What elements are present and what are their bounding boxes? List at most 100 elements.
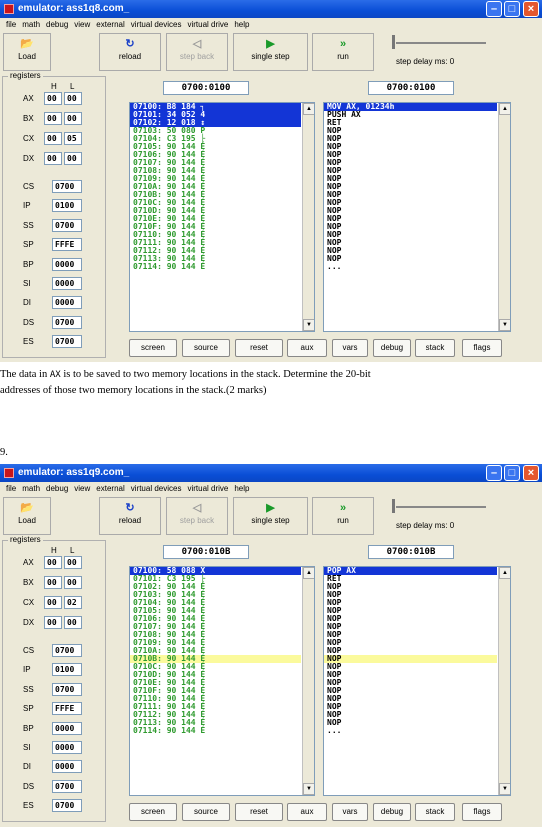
register-ip[interactable]: 0100	[52, 663, 82, 677]
disasm-address-input[interactable]: 0700:010B	[368, 545, 454, 559]
register-cx-high[interactable]: 00	[44, 596, 62, 609]
register-si[interactable]: 0000	[52, 741, 82, 754]
menu-external[interactable]: external	[96, 484, 124, 493]
register-es[interactable]: 0700	[52, 335, 82, 349]
register-dx-high[interactable]: 00	[44, 616, 62, 629]
disassembly-row[interactable]: NOP	[324, 583, 497, 591]
run-button[interactable]: » run	[312, 33, 374, 71]
memory-scrollbar[interactable]: ▲ ▼	[302, 567, 314, 795]
scroll-up-icon[interactable]: ▲	[499, 103, 510, 115]
disassembly-row[interactable]: NOP	[324, 255, 497, 263]
disassembly-row[interactable]: NOP	[324, 159, 497, 167]
reload-button[interactable]: ↻ reload	[99, 497, 161, 535]
register-bx-high[interactable]: 00	[44, 112, 62, 125]
disassembly-row[interactable]: NOP	[324, 615, 497, 623]
disassembly-row[interactable]: NOP	[324, 183, 497, 191]
scroll-down-icon[interactable]: ▼	[303, 319, 314, 331]
step-back-button[interactable]: ◁ step back	[166, 497, 228, 535]
disassembly-row[interactable]: NOP	[324, 231, 497, 239]
menu-external[interactable]: external	[96, 20, 124, 29]
scroll-down-icon[interactable]: ▼	[303, 783, 314, 795]
register-ss[interactable]: 0700	[52, 682, 82, 696]
debug-button[interactable]: debug	[373, 339, 411, 357]
disassembly-row[interactable]: NOP	[324, 199, 497, 207]
register-ss[interactable]: 0700	[52, 218, 82, 232]
register-sp[interactable]: FFFE	[52, 238, 82, 252]
menu-view[interactable]: view	[74, 20, 90, 29]
screen-button[interactable]: screen	[129, 339, 177, 357]
scroll-down-icon[interactable]: ▼	[499, 783, 510, 795]
load-button[interactable]: 📂 Load	[3, 33, 51, 71]
disassembly-list[interactable]: ▲ ▼ POP AX RET NOP NOP NOP NOP NOP NOP NOP NOP NOP NO…	[323, 566, 511, 796]
debug-button[interactable]: debug	[373, 803, 411, 821]
register-cx-high[interactable]: 00	[44, 132, 62, 145]
register-bx-low[interactable]: 00	[64, 112, 82, 125]
disassembly-row[interactable]: NOP	[324, 599, 497, 607]
memory-address-input[interactable]: 0700:010B	[163, 545, 249, 559]
vars-button[interactable]: vars	[332, 339, 368, 357]
disassembly-row[interactable]: NOP	[324, 695, 497, 703]
disassembly-row[interactable]: RET	[324, 119, 497, 127]
source-button[interactable]: source	[182, 339, 230, 357]
register-ax-low[interactable]: 00	[64, 556, 82, 569]
load-button[interactable]: 📂 Load	[3, 497, 51, 535]
register-ds[interactable]: 0700	[52, 779, 82, 793]
disassembly-row[interactable]: NOP	[324, 167, 497, 175]
single-step-button[interactable]: ▶ single step	[233, 33, 308, 71]
single-step-button[interactable]: ▶ single step	[233, 497, 308, 535]
register-bp[interactable]: 0000	[52, 257, 82, 271]
aux-button[interactable]: aux	[287, 339, 327, 357]
disassembly-row[interactable]: NOP	[324, 191, 497, 199]
disassembly-row[interactable]: NOP	[324, 703, 497, 711]
disassembly-row[interactable]: PUSH AX	[324, 111, 497, 119]
vars-button[interactable]: vars	[332, 803, 368, 821]
disassembly-row[interactable]: NOP	[324, 207, 497, 215]
disassembly-row[interactable]: NOP	[324, 143, 497, 151]
maximize-button[interactable]: □	[504, 465, 520, 481]
register-di[interactable]: 0000	[52, 760, 82, 774]
step-delay-slider[interactable]: step delay ms: 0	[388, 33, 498, 71]
disassembly-list[interactable]: ▲ ▼ MOV AX, 01234h PUSH AX RET NOP NOP NOP NOP NO…	[323, 102, 511, 332]
scroll-up-icon[interactable]: ▲	[303, 567, 314, 579]
menu-virtual-drive[interactable]: virtual drive	[187, 20, 228, 29]
flags-button[interactable]: flags	[462, 803, 502, 821]
source-button[interactable]: source	[182, 803, 230, 821]
register-cx-low[interactable]: 02	[64, 596, 82, 609]
register-ax-high[interactable]: 00	[44, 556, 62, 569]
register-cs[interactable]: 0700	[52, 644, 82, 657]
scroll-down-icon[interactable]: ▼	[499, 319, 510, 331]
register-es[interactable]: 0700	[52, 799, 82, 813]
close-button[interactable]: ×	[523, 465, 539, 481]
register-di[interactable]: 0000	[52, 296, 82, 310]
disassembly-row[interactable]: NOP	[324, 151, 497, 159]
stack-button[interactable]: stack	[415, 339, 455, 357]
screen-button[interactable]: screen	[129, 803, 177, 821]
run-button[interactable]: » run	[312, 497, 374, 535]
disassembly-row[interactable]: RET	[324, 575, 497, 583]
register-ip[interactable]: 0100	[52, 199, 82, 213]
register-sp[interactable]: FFFE	[52, 702, 82, 716]
stack-button[interactable]: stack	[415, 803, 455, 821]
disassembly-scrollbar[interactable]: ▲ ▼	[498, 103, 510, 331]
menu-virtual-drive[interactable]: virtual drive	[187, 484, 228, 493]
disassembly-scrollbar[interactable]: ▲ ▼	[498, 567, 510, 795]
step-delay-slider[interactable]: step delay ms: 0	[388, 497, 498, 535]
disassembly-row[interactable]: NOP	[324, 607, 497, 615]
register-dx-low[interactable]: 00	[64, 152, 82, 165]
disassembly-row[interactable]: NOP	[324, 687, 497, 695]
register-ax-low[interactable]: 00	[64, 92, 82, 105]
aux-button[interactable]: aux	[287, 803, 327, 821]
step-back-button[interactable]: ◁ step back	[166, 33, 228, 71]
disassembly-row[interactable]: POP AX	[324, 567, 497, 575]
register-bp[interactable]: 0000	[52, 721, 82, 735]
menu-virtual-devices[interactable]: virtual devices	[131, 20, 182, 29]
menu-file[interactable]: file	[6, 484, 16, 493]
disassembly-row[interactable]: NOP	[324, 639, 497, 647]
reset-button[interactable]: reset	[235, 803, 283, 821]
disassembly-row[interactable]: NOP	[324, 175, 497, 183]
disassembly-row[interactable]: NOP	[324, 135, 497, 143]
disassembly-row[interactable]: NOP	[324, 223, 497, 231]
disassembly-row[interactable]: NOP	[324, 247, 497, 255]
disassembly-row[interactable]: NOP	[324, 711, 497, 719]
disassembly-row[interactable]: NOP	[324, 663, 497, 671]
